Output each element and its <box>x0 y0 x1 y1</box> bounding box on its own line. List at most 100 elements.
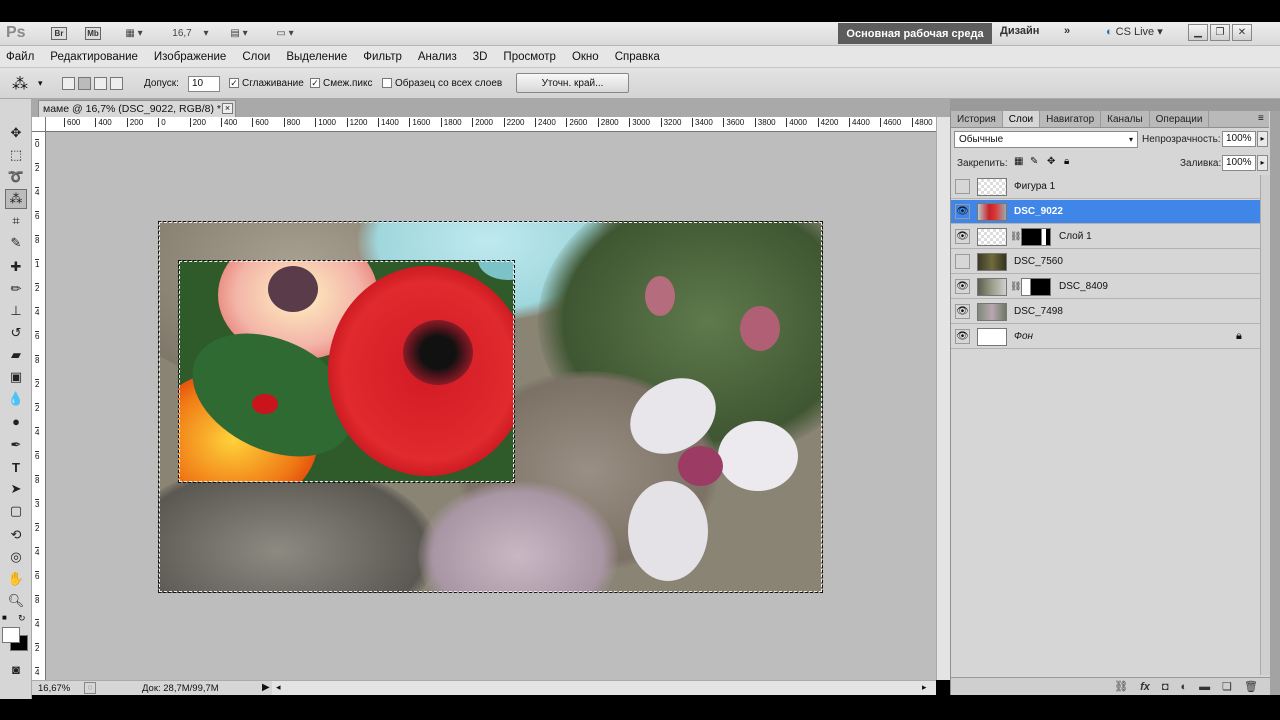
eraser-icon[interactable]: ▰ <box>5 345 27 365</box>
add-to-selection-icon[interactable] <box>78 77 91 90</box>
minimize-button[interactable]: ▁ <box>1188 24 1208 41</box>
workspace-essentials-button[interactable]: Основная рабочая среда <box>838 23 992 44</box>
menu-file[interactable]: Файл <box>6 51 42 63</box>
history-brush-icon[interactable]: ↺ <box>5 323 27 343</box>
blur-icon[interactable]: 💧 <box>5 389 27 409</box>
layer-name[interactable]: Фон <box>1014 331 1033 342</box>
link-layers-icon[interactable]: ⛓ <box>1114 680 1128 693</box>
layer-row[interactable]: 👁︎ DSC_9022 <box>951 200 1260 224</box>
zoom-level-field[interactable]: 16,7 <box>168 25 196 42</box>
view-extras-button[interactable]: ▦ ▾ <box>118 25 150 42</box>
lock-position-icon[interactable]: ✥ <box>1047 156 1055 167</box>
menu-window[interactable]: Окно <box>572 51 607 63</box>
subtract-selection-icon[interactable] <box>94 77 107 90</box>
mini-bridge-button[interactable]: Mb <box>84 25 102 42</box>
tab-navigator[interactable]: Навигатор <box>1040 111 1102 127</box>
blend-mode-select[interactable]: Обычные ▾ <box>954 131 1138 148</box>
cs-live-button[interactable]: ◐ CS Live ▾ <box>1106 25 1163 39</box>
pen-icon[interactable]: ✒ <box>5 435 27 455</box>
eye-icon[interactable]: 👁︎ <box>955 279 970 294</box>
lock-pixels-icon[interactable]: ✎ <box>1030 156 1038 167</box>
document-tab[interactable]: маме @ 16,7% (DSC_9022, RGB/8) * <box>38 100 236 117</box>
layer-name[interactable]: Фигура 1 <box>1014 181 1055 192</box>
layer-name[interactable]: DSC_9022 <box>1014 206 1063 217</box>
bridge-button[interactable]: Br <box>50 25 68 42</box>
hand-icon[interactable]: ✋ <box>5 569 27 589</box>
contiguous-checkbox[interactable]: ✓ <box>310 78 320 88</box>
menu-help[interactable]: Справка <box>615 51 668 63</box>
layer-visibility-toggle[interactable] <box>955 254 970 269</box>
more-workspaces-button[interactable]: » <box>1064 25 1070 37</box>
layer-mask-thumbnail[interactable] <box>1021 278 1051 296</box>
tab-layers[interactable]: Слои <box>1002 111 1041 127</box>
dodge-icon[interactable]: ● <box>5 411 27 431</box>
path-selection-icon[interactable]: ➤ <box>5 479 27 499</box>
menu-image[interactable]: Изображение <box>154 51 234 63</box>
type-icon[interactable]: T <box>5 457 27 477</box>
layer-row[interactable]: 👁︎ ⛓ Слой 1 <box>951 225 1260 249</box>
magic-wand-preset-icon[interactable]: ⁂ <box>12 74 28 94</box>
clone-stamp-icon[interactable]: ⊥ <box>5 301 27 321</box>
ruler-origin[interactable] <box>32 117 46 132</box>
quick-mask-icon[interactable]: ◙ <box>5 659 27 679</box>
menu-view[interactable]: Просмотр <box>503 51 564 63</box>
tab-channels[interactable]: Каналы <box>1101 111 1150 127</box>
new-group-icon[interactable]: ▬ <box>1199 681 1210 693</box>
rectangular-marquee-icon[interactable]: ⬚ <box>5 145 27 165</box>
new-layer-icon[interactable]: ❏ <box>1222 680 1232 693</box>
layer-visibility-toggle[interactable] <box>955 179 970 194</box>
menu-select[interactable]: Выделение <box>286 51 355 63</box>
new-selection-icon[interactable] <box>62 77 75 90</box>
scroll-right-icon[interactable]: ▸ <box>922 682 927 693</box>
magic-wand-icon[interactable]: ⁂ <box>5 189 27 209</box>
layer-style-icon[interactable]: fx <box>1140 681 1150 693</box>
lock-all-icon[interactable]: 🔒︎ <box>1064 156 1069 167</box>
layer-row[interactable]: 👁︎ DSC_7498 <box>951 300 1260 324</box>
foreground-color-swatch[interactable] <box>2 627 20 643</box>
vertical-ruler[interactable]: 0 2 4 6 8 1 2 4 6 8 2 2 4 6 8 3 2 4 6 8 4 2 4 <box>32 117 46 680</box>
eye-icon[interactable]: 👁︎ <box>955 229 970 244</box>
intersect-selection-icon[interactable] <box>110 77 123 90</box>
close-window-button[interactable]: ✕ <box>1232 24 1252 41</box>
trash-icon[interactable]: 🗑︎ <box>1244 680 1258 693</box>
zoom-icon[interactable]: 🔍︎ <box>5 591 27 611</box>
sample-all-layers-checkbox[interactable] <box>382 78 392 88</box>
restore-button[interactable]: ❐ <box>1210 24 1230 41</box>
refine-edge-button[interactable]: Уточн. край... <box>516 73 629 93</box>
brush-icon[interactable]: ✏ <box>5 279 27 299</box>
move-tool-icon[interactable]: ✥ <box>5 123 27 143</box>
layer-name[interactable]: Слой 1 <box>1059 231 1092 242</box>
scroll-left-icon[interactable]: ◂ <box>276 682 281 693</box>
fill-input[interactable]: 100% <box>1222 155 1256 171</box>
lock-transparency-icon[interactable]: ▦ <box>1014 156 1023 167</box>
layer-row[interactable]: Фигура 1 <box>951 175 1260 199</box>
layer-row[interactable]: 👁︎ ⛓ DSC_8409 <box>951 275 1260 299</box>
healing-brush-icon[interactable]: ✚ <box>5 257 27 277</box>
default-colors-icon[interactable]: ■ <box>2 613 12 622</box>
adjustment-layer-icon[interactable]: ◐ <box>1181 681 1188 693</box>
tab-actions[interactable]: Операции <box>1150 111 1210 127</box>
fill-arrow-icon[interactable]: ▸ <box>1257 155 1268 171</box>
layer-mask-thumbnail[interactable] <box>1021 228 1051 246</box>
vertical-scrollbar[interactable] <box>936 117 950 680</box>
zoom-dropdown-icon[interactable]: ▾ <box>200 25 212 42</box>
zoom-status[interactable]: 16,67% <box>38 683 70 694</box>
tab-history[interactable]: История <box>951 111 1003 127</box>
layer-name[interactable]: DSC_7498 <box>1014 306 1063 317</box>
panel-menu-icon[interactable]: ≡ <box>1258 113 1264 124</box>
eye-icon[interactable]: 👁︎ <box>955 204 970 219</box>
menu-3d[interactable]: 3D <box>473 51 496 63</box>
close-document-icon[interactable]: × <box>222 103 233 114</box>
layers-scrollbar[interactable] <box>1260 175 1270 675</box>
workspace-design-button[interactable]: Дизайн <box>1000 25 1039 37</box>
antialias-checkbox[interactable]: ✓ <box>229 78 239 88</box>
status-menu-icon[interactable]: ▶ <box>262 682 270 693</box>
layer-row[interactable]: 👁︎ Фон 🔒︎ <box>951 325 1260 349</box>
crop-icon[interactable]: ⌗ <box>5 211 27 231</box>
screen-mode-button[interactable]: ▭ ▾ <box>268 25 302 42</box>
add-mask-icon[interactable]: ◘ <box>1162 681 1169 693</box>
opacity-arrow-icon[interactable]: ▸ <box>1257 131 1268 147</box>
3d-rotate-icon[interactable]: ⟲ <box>5 525 27 545</box>
opacity-input[interactable]: 100% <box>1222 131 1256 147</box>
menu-filter[interactable]: Фильтр <box>363 51 410 63</box>
